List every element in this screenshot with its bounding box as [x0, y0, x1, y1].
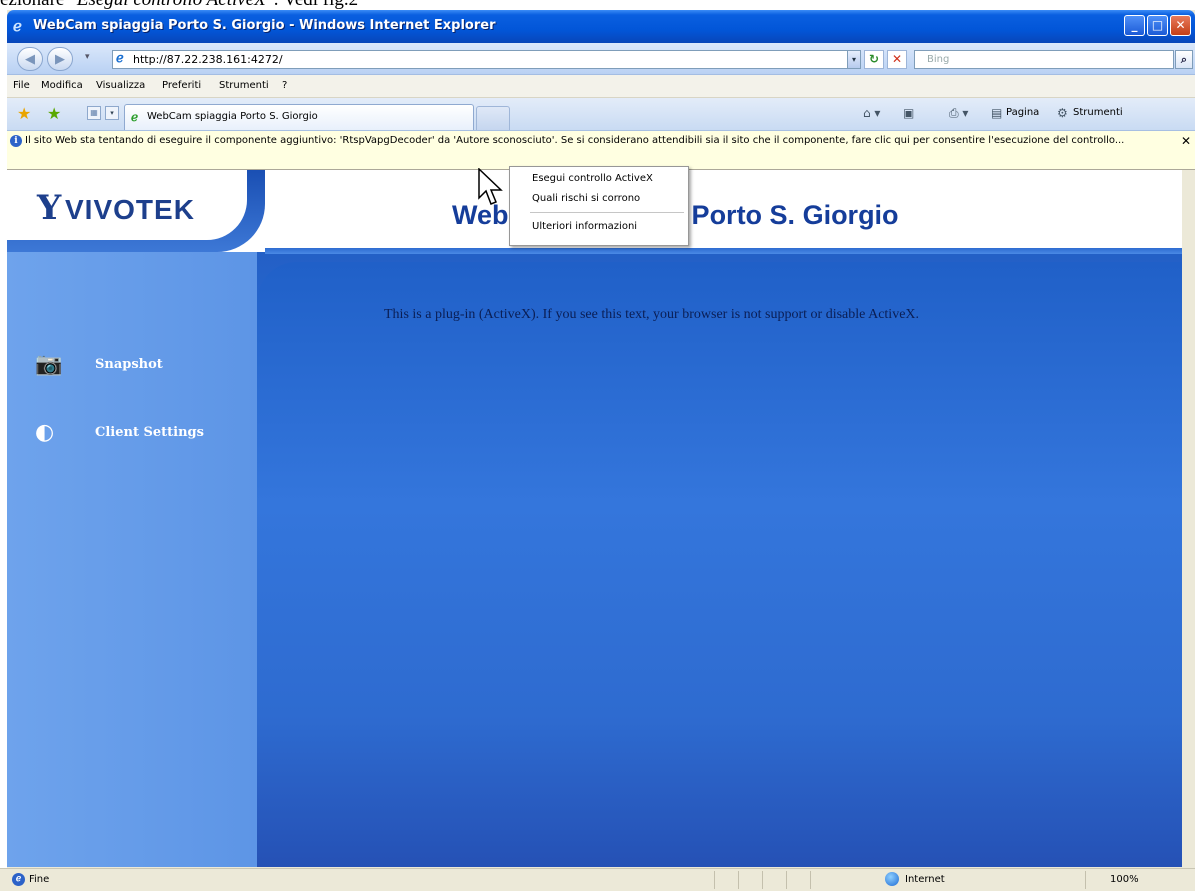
status-divider	[714, 871, 715, 889]
internet-zone-icon	[885, 872, 899, 886]
tools-gear-icon: ⚙	[1057, 106, 1068, 120]
back-button[interactable]: ◀	[17, 47, 43, 71]
title-bar[interactable]: ℯ WebCam spiaggia Porto S. Giorgio - Win…	[7, 10, 1195, 43]
status-bar: ℯ Fine Internet 100%	[0, 868, 1195, 891]
close-button[interactable]: ✕	[1170, 15, 1191, 36]
risks-menu-item[interactable]: Quali rischi si corrono	[532, 193, 640, 204]
activex-message: This is a plug-in (ActiveX). If you see …	[384, 307, 920, 322]
refresh-icon[interactable]: ↻	[864, 50, 884, 69]
zone-label: Internet	[905, 874, 945, 885]
maximize-button[interactable]: □	[1147, 15, 1168, 36]
search-icon[interactable]: ⌕	[1175, 50, 1193, 69]
url-input[interactable]: ℯ http://87.22.238.161:4272/	[112, 50, 852, 69]
status-text: Fine	[29, 874, 50, 885]
menu-help[interactable]: ?	[282, 80, 287, 91]
video-area: This is a plug-in (ActiveX). If you see …	[257, 262, 1182, 867]
logo-panel: Y VIVOTEK	[7, 170, 265, 252]
nav-snapshot-label: Snapshot	[95, 357, 163, 372]
menu-separator	[530, 212, 684, 213]
tab-list-icon[interactable]: ▾	[105, 106, 119, 120]
menu-modifica[interactable]: Modifica	[41, 80, 83, 91]
run-activex-menu-item[interactable]: Esegui controllo ActiveX	[532, 173, 653, 184]
menu-preferiti[interactable]: Preferiti	[162, 80, 201, 91]
info-icon: i	[10, 135, 22, 147]
context-menu: Esegui controllo ActiveX Quali rischi si…	[509, 166, 689, 246]
history-dropdown-icon[interactable]: ▾	[85, 52, 90, 62]
page-menu-button[interactable]: Pagina	[1006, 107, 1039, 118]
window-title: WebCam spiaggia Porto S. Giorgio - Windo…	[33, 18, 496, 33]
header-divider	[265, 248, 1182, 254]
more-info-menu-item[interactable]: Ulteriori informazioni	[532, 221, 637, 232]
status-divider	[738, 871, 739, 889]
menu-bar: File Modifica Visualizza Preferiti Strum…	[7, 75, 1195, 98]
status-divider	[762, 871, 763, 889]
menu-visualizza[interactable]: Visualizza	[96, 80, 145, 91]
stop-icon[interactable]: ✕	[887, 50, 907, 69]
forward-button[interactable]: ▶	[47, 47, 73, 71]
tools-menu-button[interactable]: Strumenti	[1073, 107, 1123, 118]
camera-icon: 📷	[35, 352, 63, 377]
home-icon[interactable]: ⌂ ▾	[863, 106, 880, 120]
sidebar: 📷 Snapshot ◐ Client Settings	[7, 252, 257, 867]
url-dropdown-icon[interactable]: ▾	[847, 50, 861, 69]
tab-label: WebCam spiaggia Porto S. Giorgio	[147, 111, 318, 122]
info-bar-close-icon[interactable]: ✕	[1181, 134, 1191, 148]
nav-client-settings-label: Client Settings	[95, 425, 204, 440]
address-bar: ◀ ▶ ▾ ℯ http://87.22.238.161:4272/ ▾ ↻ ✕…	[7, 43, 1195, 75]
settings-icon: ◐	[35, 420, 55, 445]
menu-file[interactable]: File	[13, 80, 30, 91]
feeds-icon[interactable]: ▣	[903, 106, 914, 120]
logo-background: Y VIVOTEK	[7, 170, 247, 240]
status-page-icon: ℯ	[12, 873, 25, 886]
status-divider	[786, 871, 787, 889]
webcam-page: Y VIVOTEK WebCam spiaggia Porto S. Giorg…	[7, 170, 1182, 867]
status-divider	[810, 871, 811, 889]
zoom-level-button[interactable]: 100%	[1110, 874, 1139, 885]
search-input[interactable]: Bing	[914, 50, 1174, 69]
status-divider	[1085, 871, 1086, 889]
tab-bar: ★ ★ ▦ ▾ ℯ WebCam spiaggia Porto S. Giorg…	[7, 98, 1195, 131]
information-bar[interactable]: i Il sito Web sta tentando di eseguire i…	[7, 131, 1195, 170]
page-icon: ℯ	[116, 51, 124, 66]
add-favorites-icon[interactable]: ★	[47, 104, 61, 123]
info-bar-message[interactable]: Il sito Web sta tentando di eseguire il …	[25, 134, 1175, 147]
quick-tabs-icon[interactable]: ▦	[87, 106, 101, 120]
print-icon[interactable]: ⎙ ▾	[949, 106, 968, 121]
favorites-star-icon[interactable]: ★	[17, 104, 31, 123]
menu-strumenti[interactable]: Strumenti	[219, 80, 269, 91]
url-text: http://87.22.238.161:4272/	[133, 53, 283, 66]
new-tab-button[interactable]	[476, 106, 510, 130]
tab-page-icon: ℯ	[131, 110, 139, 124]
page-menu-icon: ▤	[991, 106, 1003, 120]
tab-webcam[interactable]: ℯ WebCam spiaggia Porto S. Giorgio	[124, 104, 474, 130]
vivotek-logo: VIVOTEK	[65, 194, 195, 225]
vivotek-logo-icon: Y	[37, 188, 62, 228]
minimize-button[interactable]: _	[1124, 15, 1145, 36]
ie-logo-icon: ℯ	[13, 17, 22, 35]
